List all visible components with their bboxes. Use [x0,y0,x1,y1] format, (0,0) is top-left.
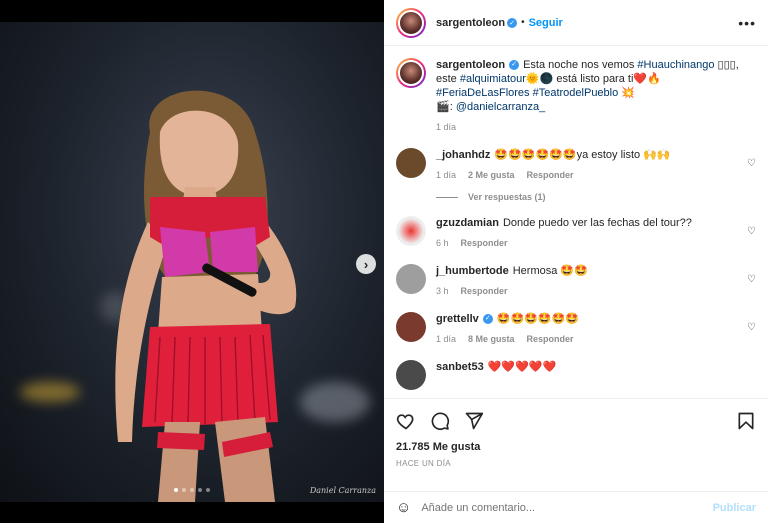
comment-avatar[interactable] [396,216,426,246]
comment-input[interactable] [421,501,713,514]
post-media: › Daniel Carranza [0,0,384,523]
carousel-dot [182,488,186,492]
caption-time: 1 día [436,122,457,132]
comment-time: 3 h [436,286,449,296]
author-username[interactable]: sargentoleon [436,17,505,29]
post-time: HACE UN DÍA [396,459,451,468]
comment-avatar[interactable] [396,148,426,178]
comment: gzuzdamian Donde puedo ver las fechas del… [396,216,756,250]
verified-badge-icon: ✓ [509,60,520,71]
bookmark-icon[interactable] [736,411,756,431]
emoji-icon[interactable]: ☺ [396,499,411,516]
carousel-dot [174,488,178,492]
post-header: sargentoleon ✓ • Seguir ••• [384,0,768,46]
caption-username[interactable]: sargentoleon [436,59,505,71]
action-bar [396,407,756,435]
comment-text: Donde puedo ver las fechas del tour?? [502,217,692,229]
heart-icon[interactable] [396,411,416,431]
comment: sanbet53 ❤️❤️❤️❤️❤️ [396,360,756,390]
post-side-panel: sargentoleon ✓ • Seguir ••• sargentoleon… [384,0,768,523]
carousel-indicator [174,488,210,492]
view-replies-button[interactable]: Ver respuestas (1) [436,192,756,202]
heart-icon[interactable]: ♡ [747,274,756,285]
comment: grettellv ✓ 🤩🤩🤩🤩🤩🤩 1 día 8 Me gusta Respon… [396,312,756,346]
reply-button[interactable]: Responder [461,284,508,298]
comment-avatar[interactable] [396,312,426,342]
author-avatar[interactable] [396,7,426,38]
view-replies-label: Ver respuestas (1) [468,192,546,202]
more-options-icon[interactable]: ••• [738,15,756,31]
reply-button[interactable]: Responder [461,236,508,250]
carousel-dot [190,488,194,492]
caption-text: 🎬: [436,101,456,113]
follow-button[interactable]: Seguir [529,17,563,29]
post-footer: 21.785 Me gusta HACE UN DÍA ☺ Publicar [384,398,768,523]
hashtag-link[interactable]: #alquimiatour [460,73,526,85]
caption-text: 🌞🌑 está listo para ti [525,73,634,85]
next-media-button[interactable]: › [356,254,376,274]
hashtag-link[interactable]: #FeriaDeLasFlores [436,87,530,99]
divider [436,196,458,198]
comment-likes[interactable]: 8 Me gusta [468,332,515,346]
caption-body: sargentoleon ✓ Esta noche nos vemos #Huauc… [436,58,756,134]
carousel-dot [206,488,210,492]
caption-text: 💥 [618,87,635,99]
verified-badge-icon: ✓ [482,314,493,325]
mention-link[interactable]: @danielcarranza_ [456,101,545,113]
caption-text: ❤️🔥 [633,73,661,85]
caption: sargentoleon ✓ Esta noche nos vemos #Huauc… [396,58,756,134]
comment-text: ❤️❤️❤️❤️❤️ [487,361,557,373]
add-comment-bar: ☺ Publicar [384,491,768,523]
comment: _johanhdz 🤩🤩🤩🤩🤩🤩ya estoy listo 🙌🙌 1 día 2… [396,148,756,182]
caption-text: Esta noche nos vemos [523,59,638,71]
comment-time: 6 h [436,238,449,248]
carousel-dot [198,488,202,492]
hashtag-link[interactable]: #Huauchinango [637,59,714,71]
comment-text: 🤩🤩🤩🤩🤩🤩 [496,313,579,325]
heart-icon[interactable]: ♡ [747,226,756,237]
comment-time: 1 día [436,170,457,180]
performer-figure [115,90,297,502]
comment-username[interactable]: gzuzdamian [436,217,499,229]
likes-count[interactable]: 21.785 Me gusta [396,441,756,453]
chevron-right-icon: › [363,256,369,272]
hashtag-link[interactable]: #TeatrodelPueblo [533,87,619,99]
comment-icon[interactable] [430,411,450,431]
photographer-signature: Daniel Carranza [309,486,376,495]
comment-avatar[interactable] [396,264,426,294]
comment-username[interactable]: _johanhdz [436,149,490,161]
separator-dot: • [521,17,525,28]
comment-text: Hermosa 🤩🤩 [512,265,588,277]
comment-username[interactable]: grettellv [436,313,479,325]
comment: j_humbertode Hermosa 🤩🤩 3 h Responder ♡ [396,264,756,298]
comment-likes[interactable]: 2 Me gusta [468,168,515,182]
reply-button[interactable]: Responder [527,168,574,182]
caption-avatar[interactable] [396,58,426,88]
heart-icon[interactable]: ♡ [747,322,756,333]
heart-icon[interactable]: ♡ [747,158,756,169]
post-photo[interactable]: › Daniel Carranza [0,22,384,502]
publish-button[interactable]: Publicar [713,502,756,514]
comment-username[interactable]: sanbet53 [436,361,484,373]
comment-username[interactable]: j_humbertode [436,265,509,277]
comment-avatar[interactable] [396,360,426,390]
reply-button[interactable]: Responder [527,332,574,346]
comment-text: 🤩🤩🤩🤩🤩🤩ya estoy listo 🙌🙌 [494,149,671,161]
comment-time: 1 día [436,334,457,344]
comments-list[interactable]: sargentoleon ✓ Esta noche nos vemos #Huauc… [384,46,768,398]
verified-badge-icon: ✓ [507,17,518,28]
share-icon[interactable] [464,411,484,431]
